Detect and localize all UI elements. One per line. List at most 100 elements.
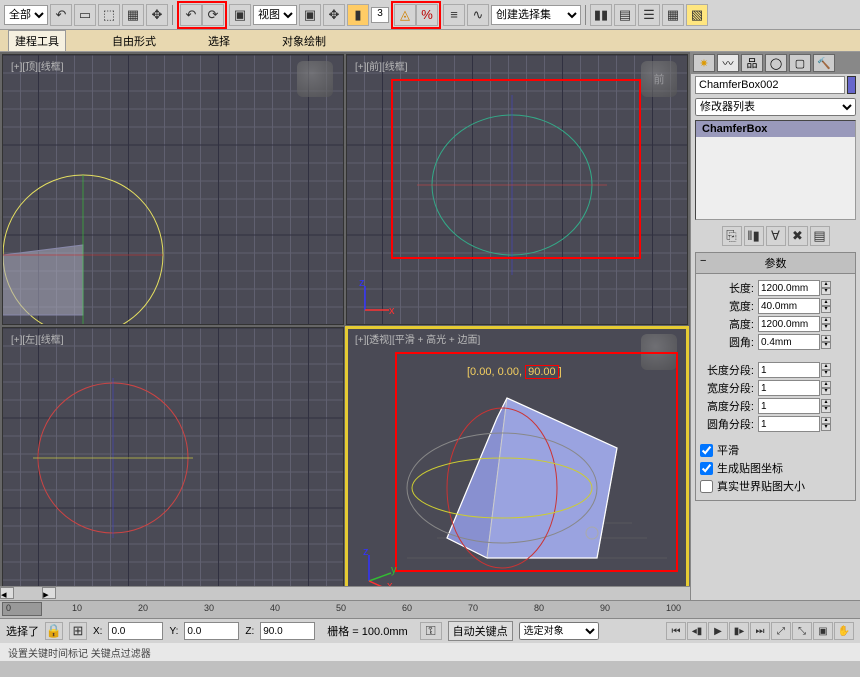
stack-item-chamferbox[interactable]: ChamferBox: [696, 121, 855, 137]
spinner-lenseg[interactable]: ▴▾: [821, 363, 831, 377]
label-lenseg: 长度分段:: [700, 362, 758, 378]
next-frame-icon[interactable]: ▮▸: [729, 622, 749, 640]
viewport-perspective[interactable]: [+][透视][平滑 + 高光 + 边面] [: [346, 327, 688, 598]
input-filseg[interactable]: [758, 416, 820, 432]
mirror-tool-icon[interactable]: ▮▮: [590, 4, 612, 26]
scroll-right-icon[interactable]: ▸: [42, 587, 56, 599]
tool-prev-icon[interactable]: ↶: [50, 4, 72, 26]
utilities-tab-icon[interactable]: 🔨: [813, 54, 835, 72]
lock-selection-icon[interactable]: 🔒: [45, 622, 63, 640]
angle-snap-icon[interactable]: ◬: [394, 4, 416, 26]
input-hgtseg[interactable]: [758, 398, 820, 414]
label-length: 长度:: [700, 280, 758, 296]
tab-object-paint[interactable]: 对象绘制: [276, 31, 332, 51]
input-length[interactable]: [758, 280, 820, 296]
chk-smooth[interactable]: [700, 444, 713, 457]
input-transform-z[interactable]: [260, 622, 315, 640]
label-genmap: 生成贴图坐标: [717, 460, 783, 476]
select-move-icon[interactable]: ✥: [146, 4, 168, 26]
spinner-width[interactable]: ▴▾: [821, 299, 831, 313]
hierarchy-tab-icon[interactable]: 品: [741, 54, 763, 72]
mirror-icon[interactable]: ▮: [347, 4, 369, 26]
undo-icon[interactable]: ↶: [180, 4, 202, 26]
goto-start-icon[interactable]: ⏮: [666, 622, 686, 640]
configure-sets-icon[interactable]: ▤: [810, 226, 830, 246]
snap-value[interactable]: 3: [371, 7, 389, 23]
rotate-icon[interactable]: ⟳: [202, 4, 224, 26]
spinner-widseg[interactable]: ▴▾: [821, 381, 831, 395]
rollout-header[interactable]: − 参数: [696, 253, 855, 274]
input-fillet[interactable]: [758, 334, 820, 350]
pin-stack-icon[interactable]: ⎘: [722, 226, 742, 246]
tab-freeform[interactable]: 自由形式: [106, 31, 162, 51]
ref-coord-select[interactable]: 视图: [253, 5, 297, 25]
chk-realworld[interactable]: [700, 480, 713, 493]
modifier-stack[interactable]: ChamferBox: [695, 120, 856, 220]
auto-key-button[interactable]: 自动关键点: [448, 621, 513, 641]
play-icon[interactable]: ▶: [708, 622, 728, 640]
viewport-left[interactable]: [+][左][线框]: [2, 327, 344, 598]
modifier-list-select[interactable]: 修改器列表: [695, 98, 856, 116]
spinner-filseg[interactable]: ▴▾: [821, 417, 831, 431]
spinner-hgtseg[interactable]: ▴▾: [821, 399, 831, 413]
field-of-view-icon[interactable]: ▣: [813, 622, 833, 640]
prompt-line: 设置关键时间标记 关键点过滤器: [0, 643, 860, 661]
curve-editor-icon[interactable]: ∿: [467, 4, 489, 26]
modify-tab-icon[interactable]: 〰: [717, 54, 739, 72]
status-selection-label: 选择了: [6, 623, 39, 639]
chk-genmap[interactable]: [700, 462, 713, 475]
window-crossing-icon[interactable]: ▦: [122, 4, 144, 26]
named-selection-sets[interactable]: 创建选择集: [491, 5, 581, 25]
spinner-height[interactable]: ▴▾: [821, 317, 831, 331]
label-filseg: 圆角分段:: [700, 416, 758, 432]
abs-rel-icon[interactable]: ⊞: [69, 622, 87, 640]
scope-select[interactable]: 全部: [4, 5, 48, 25]
label-y: Y:: [169, 626, 178, 637]
rollout-title: 参数: [765, 258, 787, 270]
spinner-fillet[interactable]: ▴▾: [821, 335, 831, 349]
layers-icon[interactable]: ☰: [638, 4, 660, 26]
object-name-field[interactable]: [695, 76, 845, 94]
rollout-collapse-icon[interactable]: −: [700, 255, 706, 267]
spinner-length[interactable]: ▴▾: [821, 281, 831, 295]
display-tab-icon[interactable]: ▢: [789, 54, 811, 72]
time-config-icon[interactable]: ⚿: [420, 622, 442, 640]
make-unique-icon[interactable]: ∀: [766, 226, 786, 246]
input-lenseg[interactable]: [758, 362, 820, 378]
input-transform-y[interactable]: [184, 622, 239, 640]
create-tab-icon[interactable]: ✷: [693, 54, 715, 72]
viewport-front[interactable]: 前 [+][前][线框] z x: [346, 54, 688, 325]
pan-icon[interactable]: ✋: [834, 622, 854, 640]
zoom-extents-icon[interactable]: ⤢: [771, 622, 791, 640]
show-end-result-icon[interactable]: ‖▮: [744, 226, 764, 246]
zoom-all-icon[interactable]: ⤡: [792, 622, 812, 640]
viewport-top[interactable]: [+][顶][线框]: [2, 54, 344, 325]
key-filter-select[interactable]: 选定对象: [519, 622, 599, 640]
viewport-slider-track[interactable]: ◂ ▸: [0, 586, 690, 600]
select-object-icon[interactable]: ▭: [74, 4, 96, 26]
input-height[interactable]: [758, 316, 820, 332]
select-region-icon[interactable]: ⬚: [98, 4, 120, 26]
remove-modifier-icon[interactable]: ✖: [788, 226, 808, 246]
tab-modeling-tools[interactable]: 建程工具: [8, 30, 66, 51]
scroll-left-icon[interactable]: ◂: [0, 587, 14, 599]
scale-icon[interactable]: ▣: [229, 4, 251, 26]
tab-select[interactable]: 选择: [202, 31, 236, 51]
render-setup-icon[interactable]: ▧: [686, 4, 708, 26]
manage-layers-icon[interactable]: ≡: [443, 4, 465, 26]
object-color-swatch[interactable]: [847, 76, 856, 94]
label-widseg: 宽度分段:: [700, 380, 758, 396]
goto-end-icon[interactable]: ⏭: [750, 622, 770, 640]
align-icon[interactable]: ▤: [614, 4, 636, 26]
input-width[interactable]: [758, 298, 820, 314]
time-slider[interactable]: 0102030405060708090100: [0, 600, 860, 618]
percent-snap-icon[interactable]: %: [416, 4, 438, 26]
input-widseg[interactable]: [758, 380, 820, 396]
graph-editors-icon[interactable]: ▦: [662, 4, 684, 26]
motion-tab-icon[interactable]: ◯: [765, 54, 787, 72]
prev-frame-icon[interactable]: ◂▮: [687, 622, 707, 640]
selection-lock-icon[interactable]: ✥: [323, 4, 345, 26]
use-center-icon[interactable]: ▣: [299, 4, 321, 26]
label-height: 高度:: [700, 316, 758, 332]
input-transform-x[interactable]: [108, 622, 163, 640]
